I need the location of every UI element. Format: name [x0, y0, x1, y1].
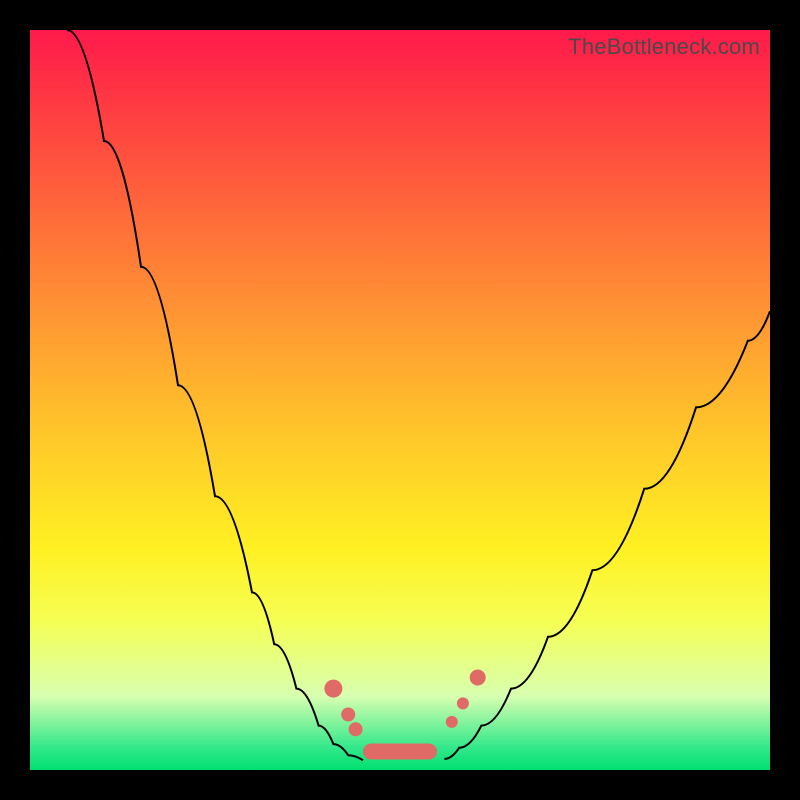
chart-svg: [30, 30, 770, 770]
chart-curve-group: [67, 30, 770, 760]
curve-right: [444, 311, 770, 759]
chart-markers-group: [324, 670, 485, 760]
chart-plot-area: TheBottleneck.com: [30, 30, 770, 770]
chart-marker-dot: [470, 670, 486, 686]
chart-marker-dot: [341, 708, 355, 722]
chart-marker-dot: [446, 716, 458, 728]
chart-marker-dot: [324, 680, 342, 698]
chart-marker-dot: [457, 697, 469, 709]
chart-frame: TheBottleneck.com: [0, 0, 800, 800]
chart-marker-pill: [363, 744, 437, 760]
curve-left: [67, 30, 363, 760]
chart-marker-dot: [349, 722, 363, 736]
